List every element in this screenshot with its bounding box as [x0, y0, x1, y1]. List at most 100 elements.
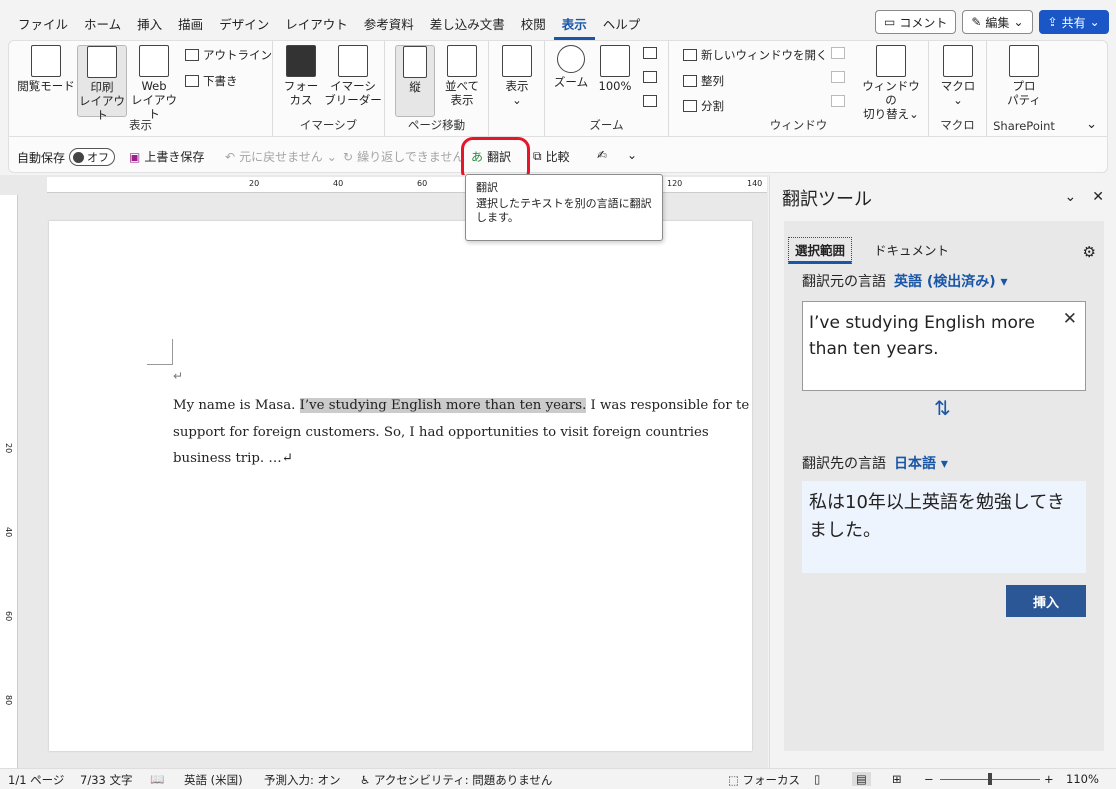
reset-window-button[interactable]: [831, 95, 845, 107]
tab-design[interactable]: デザイン: [211, 14, 277, 40]
menu-bar: ファイル ホーム 挿入 描画 デザイン レイアウト 参考資料 差し込み文書 校閲…: [0, 0, 1116, 40]
text-line-3: business trip. …↵: [173, 451, 293, 466]
swap-languages-icon[interactable]: ⇅: [934, 396, 951, 420]
switch-window-button[interactable]: ウィンドウの 切り替え⌄: [857, 45, 925, 121]
chevron-down-icon: ⌄: [1013, 15, 1024, 29]
caret-down-icon: ▾: [1000, 274, 1008, 290]
web-layout-status-icon[interactable]: ⊞: [892, 772, 902, 786]
zoom-level[interactable]: 110%: [1066, 772, 1099, 786]
vertical-ruler[interactable]: 20 40 60 80: [0, 195, 18, 768]
chevron-down-icon[interactable]: ⌄: [1065, 189, 1077, 205]
redo-button[interactable]: ↻ 繰り返しできません: [343, 148, 464, 165]
accessibility-status[interactable]: ♿ アクセシビリティ: 問題ありません: [360, 772, 552, 788]
autosave-control: 自動保存 オフ: [17, 148, 116, 166]
tab-mailings[interactable]: 差し込み文書: [422, 14, 513, 40]
undo-button[interactable]: ↶ 元に戻せません ⌄: [225, 148, 337, 165]
tab-help[interactable]: ヘルプ: [595, 14, 649, 40]
properties-button[interactable]: プロ パティ: [999, 45, 1049, 107]
outline-button[interactable]: アウトライン: [185, 47, 272, 63]
proofing-icon[interactable]: 📖: [150, 772, 164, 786]
tab-references[interactable]: 参考資料: [356, 14, 422, 40]
multiple-pages-button[interactable]: [643, 71, 657, 83]
save-button[interactable]: ▣ 上書き保存: [129, 148, 204, 165]
gear-icon[interactable]: ⚙: [1083, 243, 1096, 261]
tab-document[interactable]: ドキュメント: [874, 240, 949, 259]
title-actions: ▭ コメント ✎ 編集 ⌄ ⇪ 共有 ⌄: [875, 10, 1109, 34]
new-window-icon: [683, 49, 697, 61]
draft-button[interactable]: 下書き: [185, 73, 238, 89]
insert-button[interactable]: 挿入: [1006, 585, 1086, 617]
tab-review[interactable]: 校閲: [513, 14, 554, 40]
close-icon[interactable]: ✕: [1092, 189, 1104, 205]
macro-group-label: マクロ: [940, 118, 975, 132]
macro-icon: [943, 45, 973, 77]
page-count[interactable]: 1/1 ページ: [8, 772, 64, 788]
sharepoint-group-label: SharePoint: [993, 119, 1055, 133]
read-mode-button[interactable]: 閲覧モード: [17, 45, 75, 93]
language-status[interactable]: 英語 (米国): [184, 772, 243, 788]
zoom-button[interactable]: ズーム: [551, 45, 591, 89]
zoom-slider-thumb[interactable]: [988, 773, 992, 785]
autosave-toggle[interactable]: オフ: [69, 148, 116, 166]
tab-selection[interactable]: 選択範囲: [788, 237, 853, 264]
word-count[interactable]: 7/33 文字: [80, 772, 132, 788]
zoom-100-button[interactable]: 100%: [595, 45, 635, 93]
web-layout-icon: [139, 45, 169, 77]
tab-view[interactable]: 表示: [553, 14, 595, 40]
view-side-by-side-button[interactable]: [831, 47, 845, 59]
tab-draw[interactable]: 描画: [170, 14, 211, 40]
source-language-dropdown[interactable]: 英語 (検出済み) ▾: [894, 271, 1008, 291]
predictive-text-status[interactable]: 予測入力: オン: [264, 772, 341, 788]
one-page-button[interactable]: [643, 47, 657, 59]
vertical-button[interactable]: 縦: [395, 45, 435, 117]
edit-mode-button[interactable]: ✎ 編集 ⌄: [962, 10, 1033, 34]
arrange-all-button[interactable]: 整列: [683, 73, 724, 89]
focus-mode-button[interactable]: ⬚ フォーカス: [728, 772, 800, 788]
web-layout-button[interactable]: Web レイアウト: [129, 45, 179, 121]
document-page[interactable]: ↵ My name is Masa. I’ve studying English…: [49, 221, 752, 751]
tab-insert[interactable]: 挿入: [129, 14, 170, 40]
print-layout-status-icon[interactable]: ▤: [852, 772, 871, 786]
page-width-button[interactable]: [643, 95, 657, 107]
translated-text-box: 私は10年以上英語を勉強してきました。: [802, 481, 1086, 573]
new-window-button[interactable]: 新しいウィンドウを開く: [683, 47, 828, 63]
editor-button[interactable]: ✍: [597, 148, 607, 162]
document-area[interactable]: 20 40 60 120 140 20 40 60 80 ↵ My name i…: [0, 175, 768, 768]
chevron-down-icon: ⌄: [627, 148, 638, 162]
zoom-in-icon[interactable]: +: [1044, 772, 1054, 786]
compare-icon: ⧉: [533, 149, 542, 163]
comment-button[interactable]: ▭ コメント: [875, 10, 957, 34]
clear-icon[interactable]: ✕: [1063, 306, 1077, 332]
read-mode-status-icon[interactable]: ▯: [814, 772, 820, 786]
focus-button[interactable]: フォー カス: [279, 45, 323, 107]
macro-button[interactable]: マクロ ⌄: [937, 45, 979, 107]
immersive-group: フォー カス イマーシ ブリーダー イマーシブ: [273, 41, 385, 137]
tab-home[interactable]: ホーム: [76, 14, 129, 40]
document-body[interactable]: My name is Masa. I’ve studying English m…: [173, 393, 752, 473]
immersive-reader-button[interactable]: イマーシ ブリーダー: [323, 45, 383, 107]
side-by-side-small-icon: [831, 47, 845, 59]
split-button[interactable]: 分割: [683, 98, 724, 114]
paragraph-mark: ↵: [173, 369, 184, 383]
side-by-side-icon: [447, 45, 477, 77]
target-language-row: 翻訳先の言語 日本語 ▾: [802, 453, 948, 473]
print-layout-button[interactable]: 印刷 レイアウト: [77, 45, 127, 122]
share-button[interactable]: ⇪ 共有 ⌄: [1038, 10, 1109, 34]
source-text-box[interactable]: I’ve studying English more than ten year…: [802, 301, 1086, 391]
show-button[interactable]: 表示 ⌄: [495, 45, 539, 107]
ribbon: 閲覧モード 印刷 レイアウト Web レイアウト アウトライン 下書き 表示 フ…: [8, 40, 1108, 137]
compare-button[interactable]: ⧉ 比較: [533, 148, 570, 165]
tab-file[interactable]: ファイル: [10, 14, 76, 40]
customize-qat-button[interactable]: ⌄: [627, 148, 637, 162]
tab-layout[interactable]: レイアウト: [277, 14, 356, 40]
toggle-knob: [73, 151, 85, 163]
show-group: 表示 ⌄: [489, 41, 545, 137]
sync-scroll-button[interactable]: [831, 71, 845, 83]
page-move-group-label: ページ移動: [407, 118, 466, 132]
target-language-dropdown[interactable]: 日本語 ▾: [894, 453, 948, 473]
zoom-out-icon[interactable]: −: [924, 772, 934, 786]
collapse-ribbon-icon[interactable]: ⌄: [1086, 117, 1097, 132]
side-by-side-button[interactable]: 並べて 表示: [439, 45, 485, 107]
sharepoint-group: プロ パティ SharePoint: [987, 41, 1061, 137]
draft-icon: [185, 75, 199, 87]
